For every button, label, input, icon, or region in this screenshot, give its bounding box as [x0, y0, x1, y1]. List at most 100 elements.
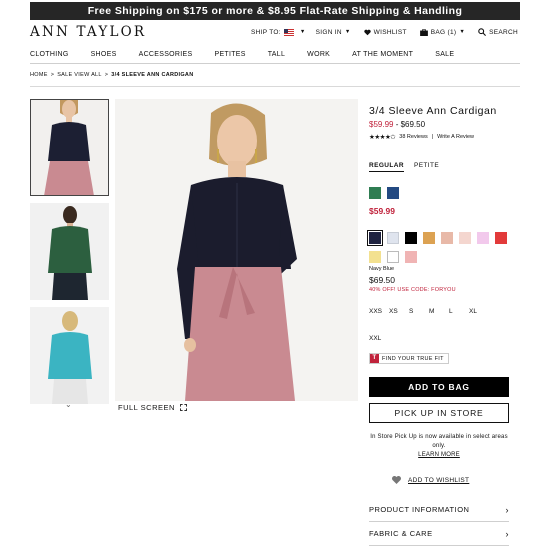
- breadcrumb-sale[interactable]: SALE VIEW ALL: [57, 72, 102, 78]
- product-thumbnail-image: [30, 307, 109, 404]
- rating-row: ★★★★✩ 38 Reviews | Write A Review: [369, 133, 519, 141]
- thumbnail-1[interactable]: [30, 99, 109, 196]
- nav-item-sale[interactable]: SALE: [435, 48, 454, 63]
- bag-label: BAG (1): [430, 28, 457, 36]
- promo-code-text: 40% OFF! USE CODE: FORYOU: [369, 287, 456, 293]
- size-l[interactable]: L: [449, 308, 469, 315]
- size-m[interactable]: M: [429, 308, 449, 315]
- accordion-product-information[interactable]: PRODUCT INFORMATION ›: [369, 498, 509, 522]
- price-separator: -: [393, 120, 401, 129]
- size-xl[interactable]: XL: [469, 308, 489, 315]
- add-to-wishlist-label: ADD TO WISHLIST: [408, 476, 470, 484]
- write-review-link[interactable]: Write A Review: [437, 134, 474, 140]
- main-nav: CLOTHING SHOES ACCESSORIES PETITES TALL …: [30, 48, 520, 64]
- breadcrumb-separator: >: [104, 72, 109, 78]
- nav-item-shoes[interactable]: SHOES: [91, 48, 117, 63]
- regular-price: $69.50: [369, 275, 395, 285]
- swatch-white[interactable]: [387, 251, 399, 263]
- swatch-blush[interactable]: [441, 232, 453, 244]
- swatch-pale-pink[interactable]: [459, 232, 471, 244]
- fit-finder-button[interactable]: T FIND YOUR TRUE FIT: [369, 353, 449, 364]
- breadcrumb: HOME > SALE VIEW ALL >3/4 SLEEVE ANN CARDIG…: [30, 72, 193, 78]
- product-details: 3/4 Sleeve Ann Cardigan $59.99 - $69.50 …: [367, 105, 519, 546]
- search-button[interactable]: SEARCH: [475, 28, 518, 36]
- regular-swatches: [367, 230, 529, 270]
- wishlist-link[interactable]: WISHLIST: [361, 29, 407, 36]
- add-to-wishlist-link[interactable]: ADD TO WISHLIST: [391, 475, 469, 485]
- sale-swatches: [369, 187, 405, 205]
- accordion-label: PRODUCT INFORMATION: [369, 505, 470, 514]
- logo[interactable]: ANN TAYLOR: [30, 22, 146, 42]
- size-xxs[interactable]: XXS: [369, 308, 389, 315]
- product-title: 3/4 Sleeve Ann Cardigan: [369, 105, 497, 117]
- chevron-down-icon: ▼: [299, 29, 306, 35]
- swatch-black[interactable]: [405, 232, 417, 244]
- nav-item-petites[interactable]: PETITES: [214, 48, 245, 63]
- thumbnail-2[interactable]: [30, 203, 109, 300]
- product-thumbnail-image: [30, 99, 109, 196]
- heart-icon: [364, 29, 371, 35]
- us-flag-icon: [283, 28, 294, 36]
- size-xxl[interactable]: XXL: [369, 335, 389, 342]
- add-to-bag-button[interactable]: ADD TO BAG: [369, 377, 509, 397]
- bag-icon: [419, 28, 428, 36]
- reviews-link[interactable]: 38 Reviews: [399, 134, 427, 140]
- chevron-down-icon: ▼: [459, 29, 466, 35]
- nav-item-work[interactable]: WORK: [307, 48, 330, 63]
- sign-in-link[interactable]: SIGN IN ▼: [316, 29, 351, 36]
- swatch-mustard[interactable]: [423, 232, 435, 244]
- swatch-lilac[interactable]: [477, 232, 489, 244]
- pick-up-in-store-button[interactable]: PICK UP IN STORE: [369, 403, 509, 423]
- swatch-light-blue[interactable]: [387, 232, 399, 244]
- accordion-fabric-care[interactable]: FABRIC & CARE ›: [369, 522, 509, 546]
- breadcrumb-home[interactable]: HOME: [30, 72, 48, 78]
- accordion-label: FABRIC & CARE: [369, 529, 433, 538]
- divider: [30, 86, 520, 87]
- top-bar: ANN TAYLOR SHIP TO: ▼ SIGN IN ▼ WISHLIST…: [30, 22, 520, 42]
- price-sale: $59.99: [369, 120, 394, 129]
- swatch-red[interactable]: [495, 232, 507, 244]
- nav-item-tall[interactable]: TALL: [268, 48, 285, 63]
- heart-icon: [392, 476, 401, 484]
- price-range: $59.99 - $69.50: [369, 120, 519, 129]
- thumbnail-3[interactable]: [30, 307, 109, 404]
- star-rating-icon[interactable]: ★★★★✩: [369, 133, 396, 141]
- chevron-right-icon: ›: [505, 504, 509, 515]
- search-icon: [478, 28, 487, 36]
- learn-more-link[interactable]: LEARN MORE: [369, 451, 509, 460]
- model-image: [115, 99, 358, 401]
- nav-item-at-the-moment[interactable]: AT THE MOMENT: [352, 48, 413, 63]
- promo-banner[interactable]: Free Shipping on $175 or more & $8.95 Fl…: [30, 2, 520, 20]
- ship-to-label: SHIP TO:: [251, 28, 281, 36]
- swatch-blue[interactable]: [387, 187, 399, 199]
- ship-to-selector[interactable]: SHIP TO: ▼: [251, 28, 306, 36]
- breadcrumb-separator: >: [50, 72, 55, 78]
- full-screen-label: FULL SCREEN: [118, 403, 175, 412]
- chevron-down-icon: ▼: [344, 29, 351, 35]
- swatch-yellow[interactable]: [369, 251, 381, 263]
- swatch-green[interactable]: [369, 187, 381, 199]
- tab-petite[interactable]: PETITE: [414, 162, 439, 172]
- full-screen-button[interactable]: FULL SCREEN: [118, 403, 187, 412]
- bag-link[interactable]: BAG (1) ▼: [417, 29, 465, 36]
- product-thumbnail-image: [30, 203, 109, 300]
- store-pickup-note: In Store Pick Up is now available in sel…: [369, 433, 509, 460]
- price-high: $69.50: [400, 120, 426, 129]
- nav-item-accessories[interactable]: ACCESSORIES: [139, 48, 193, 63]
- fit-tabs: REGULAR PETITE: [369, 162, 519, 172]
- size-xs[interactable]: XS: [389, 308, 409, 315]
- fit-finder-label: FIND YOUR TRUE FIT: [382, 355, 444, 362]
- main-product-image[interactable]: [115, 99, 358, 401]
- thumbnail-scroll-down-icon[interactable]: ⌄: [65, 400, 72, 409]
- tab-regular[interactable]: REGULAR: [369, 162, 404, 172]
- expand-icon: [179, 404, 187, 411]
- store-pickup-text: In Store Pick Up is now available in sel…: [370, 434, 508, 449]
- rating-divider: |: [431, 134, 434, 140]
- breadcrumb-current: 3/4 SLEEVE ANN CARDIGAN: [111, 72, 194, 78]
- swatch-rose[interactable]: [405, 251, 417, 263]
- sign-in-label: SIGN IN: [315, 28, 342, 36]
- truefit-logo-icon: T: [370, 354, 379, 363]
- swatch-navy[interactable]: [367, 230, 383, 246]
- size-s[interactable]: S: [409, 308, 429, 315]
- nav-item-clothing[interactable]: CLOTHING: [30, 48, 69, 63]
